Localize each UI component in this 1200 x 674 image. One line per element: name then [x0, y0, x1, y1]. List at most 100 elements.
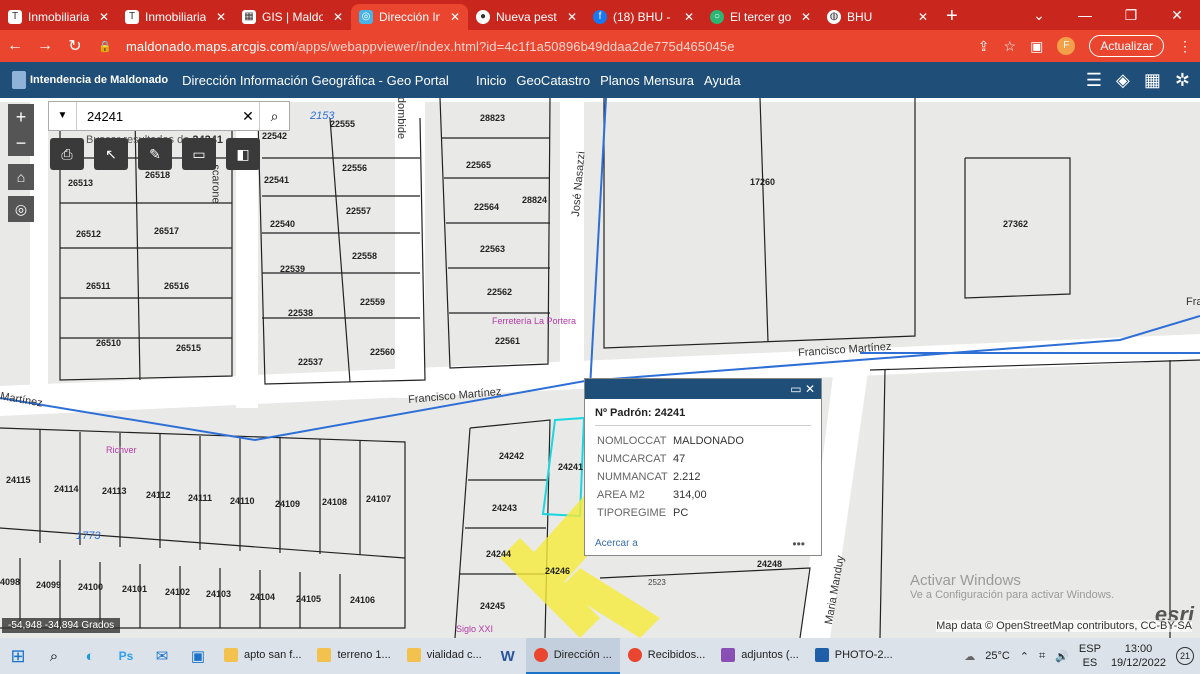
close-icon[interactable]: ✕: [801, 10, 811, 24]
close-icon[interactable]: ✕: [684, 10, 694, 24]
layers-icon[interactable]: ◈: [1116, 70, 1130, 91]
new-tab-button[interactable]: +: [936, 4, 968, 30]
mail-icon[interactable]: ✉: [144, 638, 180, 674]
arcgis-icon: ◎: [359, 10, 373, 24]
taskbar-item[interactable]: Recibidos...: [620, 638, 713, 674]
swipe-icon[interactable]: ◧: [226, 138, 260, 170]
network-icon[interactable]: ⌗: [1039, 650, 1045, 663]
browser-tab[interactable]: ○ El tercer gol d ✕: [702, 4, 819, 30]
edge-icon[interactable]: ◐: [72, 638, 108, 674]
zoom-out-button[interactable]: −: [8, 130, 34, 156]
update-button[interactable]: Actualizar: [1089, 35, 1164, 57]
lock-icon[interactable]: 🔒: [90, 40, 120, 53]
parcel-label: 24104: [250, 592, 276, 602]
attribute-value: MALDONADO: [673, 435, 744, 447]
facebook-icon: f: [593, 10, 607, 24]
home-button[interactable]: ⌂: [8, 164, 34, 190]
reload-icon[interactable]: ↻: [60, 36, 90, 56]
windows-start-icon[interactable]: ⊞: [0, 646, 36, 667]
notification-badge[interactable]: 21: [1176, 647, 1194, 665]
close-icon[interactable]: ✕: [805, 382, 815, 396]
chevron-down-icon[interactable]: ⌄: [1016, 0, 1062, 30]
browser-tab[interactable]: T Inmobiliaria P ✕: [117, 4, 234, 30]
restore-icon[interactable]: ❐: [1108, 0, 1154, 30]
weather-icon[interactable]: ☁: [964, 650, 975, 663]
browser-tab[interactable]: ▦ GIS | Maldona ✕: [234, 4, 351, 30]
logo: Intendencia de Maldonado: [12, 71, 168, 89]
avatar[interactable]: F: [1057, 37, 1076, 55]
share-icon[interactable]: ⇪: [978, 38, 990, 55]
tab-title: Inmobiliaria P: [145, 10, 206, 24]
language-indicator[interactable]: ESP ES: [1079, 642, 1101, 670]
url-field[interactable]: maldonado.maps.arcgis.com/apps/webappvie…: [126, 39, 978, 54]
minimize-icon[interactable]: —: [1062, 0, 1108, 30]
bookmark-icon[interactable]: ▭: [182, 138, 216, 170]
store-icon[interactable]: ▣: [180, 638, 216, 674]
temperature[interactable]: 25°C: [985, 650, 1010, 662]
taskbar-item[interactable]: adjuntos (...: [713, 638, 806, 674]
browser-tab[interactable]: ● Nueva pestaña ✕: [468, 4, 585, 30]
browser-tab-active[interactable]: ◎ Dirección Info ✕: [351, 4, 468, 30]
back-icon[interactable]: ←: [0, 37, 30, 55]
globe-icon: ◍: [827, 10, 841, 24]
close-icon[interactable]: ✕: [567, 10, 577, 24]
search-icon[interactable]: ⌕: [36, 638, 72, 674]
taskbar-item[interactable]: PHOTO-2...: [807, 638, 901, 674]
chevron-down-icon[interactable]: ▼: [49, 102, 77, 130]
menu-item-geocatastro[interactable]: GeoCatastro: [516, 73, 590, 88]
volume-icon[interactable]: 🔊: [1055, 650, 1069, 663]
star-icon[interactable]: ☆: [1004, 38, 1017, 55]
locate-button[interactable]: ◎: [8, 196, 34, 222]
taskbar-item-active[interactable]: Dirección ...: [525, 638, 620, 674]
sidebar-icon[interactable]: ▣: [1030, 38, 1043, 55]
close-window-icon[interactable]: ✕: [1154, 0, 1200, 30]
parcel-label: 24101: [122, 584, 148, 594]
taskbar-item[interactable]: vialidad c...: [399, 638, 490, 674]
photoshop-icon[interactable]: Ps: [108, 638, 144, 674]
attribute-row: NUMMANCAT 2.212: [595, 468, 744, 486]
more-options-button[interactable]: •••: [792, 537, 805, 551]
close-icon[interactable]: ✕: [216, 10, 226, 24]
parcel-label: 22541: [264, 175, 290, 185]
close-icon[interactable]: ✕: [450, 10, 460, 24]
search-icon[interactable]: ⌕: [259, 102, 289, 130]
browser-tab[interactable]: f (18) BHU - Un ✕: [585, 4, 702, 30]
taskbar-item[interactable]: terreno 1...: [309, 638, 398, 674]
chevron-up-icon[interactable]: ⌃: [1020, 650, 1029, 663]
zoom-in-button[interactable]: +: [8, 104, 34, 130]
taskbar-item[interactable]: apto san f...: [216, 638, 309, 674]
parcel-label: 22538: [288, 308, 314, 318]
basemap-grid-icon[interactable]: ▦: [1144, 70, 1161, 91]
print-icon[interactable]: ⎙: [50, 138, 84, 170]
maximize-icon[interactable]: ▭: [790, 382, 801, 396]
menu-dots-icon[interactable]: ⋮: [1178, 38, 1192, 55]
attribute-key: AREA M2: [597, 489, 645, 501]
menu-item-ayuda[interactable]: Ayuda: [704, 73, 741, 88]
measure-icon[interactable]: ✎: [138, 138, 172, 170]
parcel-label: 24108: [322, 497, 348, 507]
zoom-to-link[interactable]: Acercar a: [595, 538, 638, 549]
clear-icon[interactable]: ✕: [237, 108, 259, 125]
app-title: Dirección Información Geográfica - Geo P…: [182, 72, 449, 88]
select-icon[interactable]: ↖: [94, 138, 128, 170]
search-input[interactable]: 24241: [77, 109, 237, 124]
browser-tab[interactable]: T Inmobiliaria P ✕: [0, 4, 117, 30]
analysis-icon[interactable]: ✲: [1175, 70, 1190, 91]
attribute-key: NUMCARCAT: [597, 453, 667, 465]
time: 13:00: [1124, 643, 1153, 655]
menu-item-inicio[interactable]: Inicio: [476, 73, 506, 88]
map-view[interactable]: 22542 22555 26513 26518 22541 22556 2651…: [0, 98, 1200, 638]
browser-tab[interactable]: ◍ BHU ✕: [819, 4, 936, 30]
close-icon[interactable]: ✕: [333, 10, 343, 24]
close-icon[interactable]: ✕: [99, 10, 109, 24]
parcel-label: 22562: [487, 287, 513, 297]
parcel-label: 22565: [466, 160, 492, 170]
word-icon[interactable]: W: [490, 638, 526, 674]
close-icon[interactable]: ✕: [918, 10, 928, 24]
clock[interactable]: 13:00 19/12/2022: [1111, 642, 1166, 670]
tab-title: El tercer gol d: [730, 10, 791, 24]
forward-icon[interactable]: →: [30, 37, 60, 55]
parcel-label: 24112: [146, 490, 171, 500]
menu-item-planos-mensura[interactable]: Planos Mensura: [600, 73, 694, 88]
list-icon[interactable]: ☰: [1086, 70, 1102, 91]
